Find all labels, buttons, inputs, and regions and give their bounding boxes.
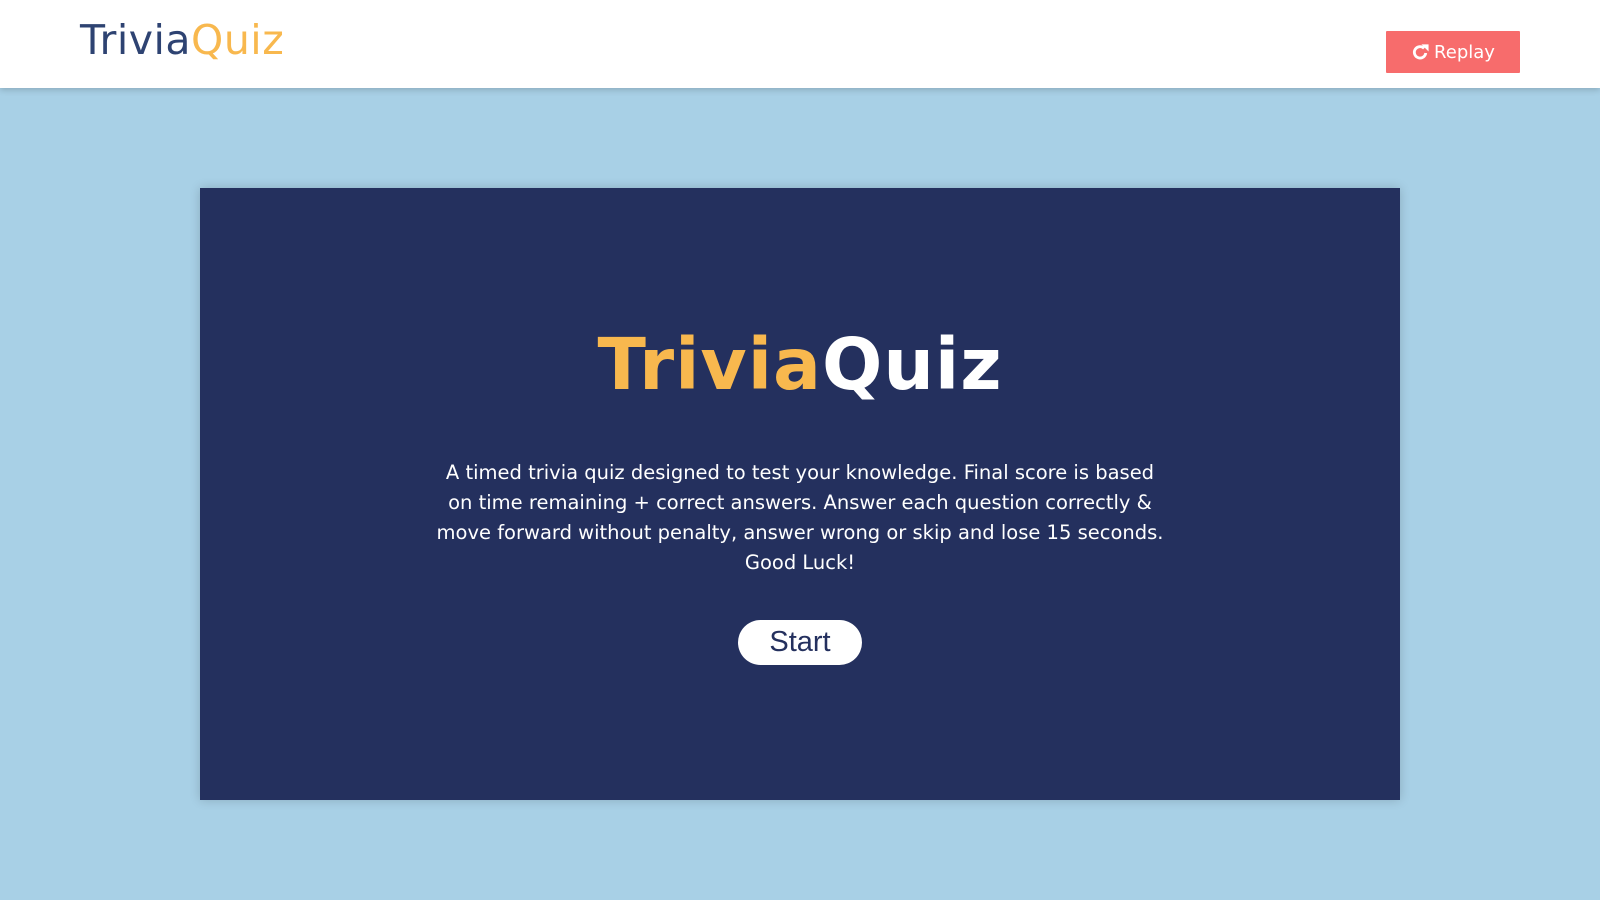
start-button[interactable]: Start [738,620,862,665]
replay-button[interactable]: Replay [1386,31,1520,73]
top-navbar: TriviaQuiz Replay [0,0,1600,88]
navbar-logo[interactable]: TriviaQuiz [80,16,285,64]
intro-title: TriviaQuiz [200,323,1400,406]
title-word-trivia: Trivia [597,323,822,406]
logo-word-quiz: Quiz [191,16,285,64]
logo-word-trivia: Trivia [80,16,192,64]
replay-button-label: Replay [1434,41,1495,63]
intro-card: TriviaQuiz A timed trivia quiz designed … [200,188,1400,800]
redo-icon [1413,43,1429,59]
title-word-quiz: Quiz [821,323,1003,406]
intro-description: A timed trivia quiz designed to test you… [436,461,1164,574]
